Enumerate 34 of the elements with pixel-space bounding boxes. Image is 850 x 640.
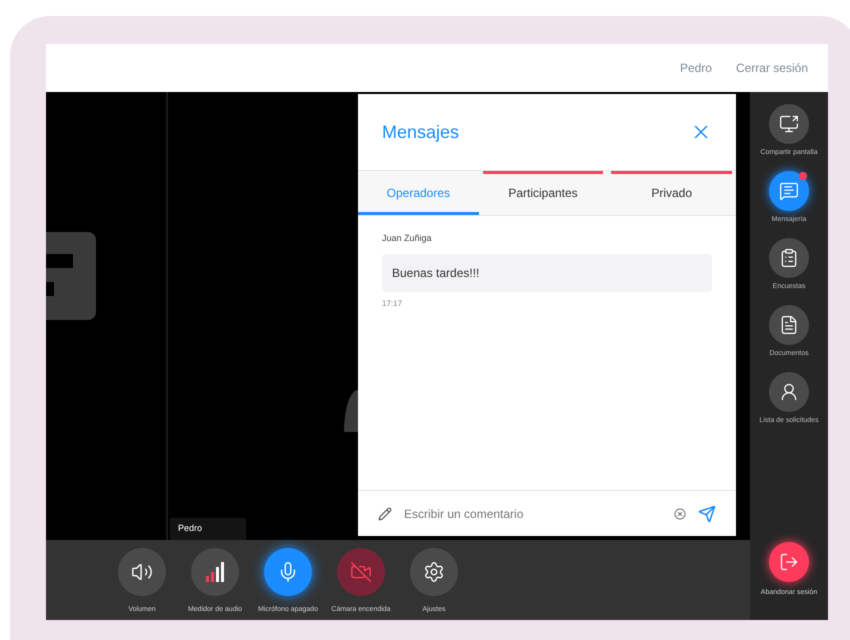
person-icon: [779, 382, 799, 402]
sidebar-button[interactable]: [769, 238, 809, 278]
document-icon: [779, 315, 799, 335]
toolbar-button[interactable]: [264, 548, 312, 596]
exit-icon: [779, 552, 799, 572]
camera-off-icon: [350, 561, 372, 583]
screen-share-icon: [778, 114, 799, 134]
clear-icon[interactable]: [674, 508, 686, 520]
speaker-icon: [131, 561, 153, 583]
tab[interactable]: Participantes: [482, 171, 604, 215]
logout-link[interactable]: Cerrar sesión: [736, 59, 808, 77]
checklist-icon: [779, 248, 799, 268]
message-sender: Juan Zuñiga: [382, 232, 433, 245]
user-name: Pedro: [680, 60, 712, 77]
participant-name-label: Pedro: [170, 518, 246, 540]
chat-icon: [779, 181, 799, 201]
comment-input[interactable]: Escribir un comentario: [404, 504, 662, 522]
avatar-placeholder-icon: [344, 390, 358, 432]
message-bubble: Buenas tardes!!!: [382, 254, 712, 292]
leave-button[interactable]: [769, 542, 809, 582]
settings-icon: [423, 561, 445, 583]
pencil-icon: [378, 506, 392, 520]
sidebar-button[interactable]: [768, 104, 809, 144]
toolbar-button[interactable]: [118, 548, 166, 596]
toolbar-button[interactable]: [410, 548, 458, 596]
toolbar-button[interactable]: [191, 548, 239, 596]
send-icon[interactable]: [698, 504, 716, 522]
message-time: 17:17: [382, 298, 404, 310]
tab[interactable]: Privado: [611, 171, 732, 215]
panel-title: Mensajes: [382, 120, 460, 144]
sidebar-button[interactable]: [769, 305, 809, 345]
signal-bars-icon: [203, 560, 227, 584]
sidebar-button[interactable]: [769, 171, 809, 211]
sidebar-button[interactable]: [769, 372, 809, 412]
